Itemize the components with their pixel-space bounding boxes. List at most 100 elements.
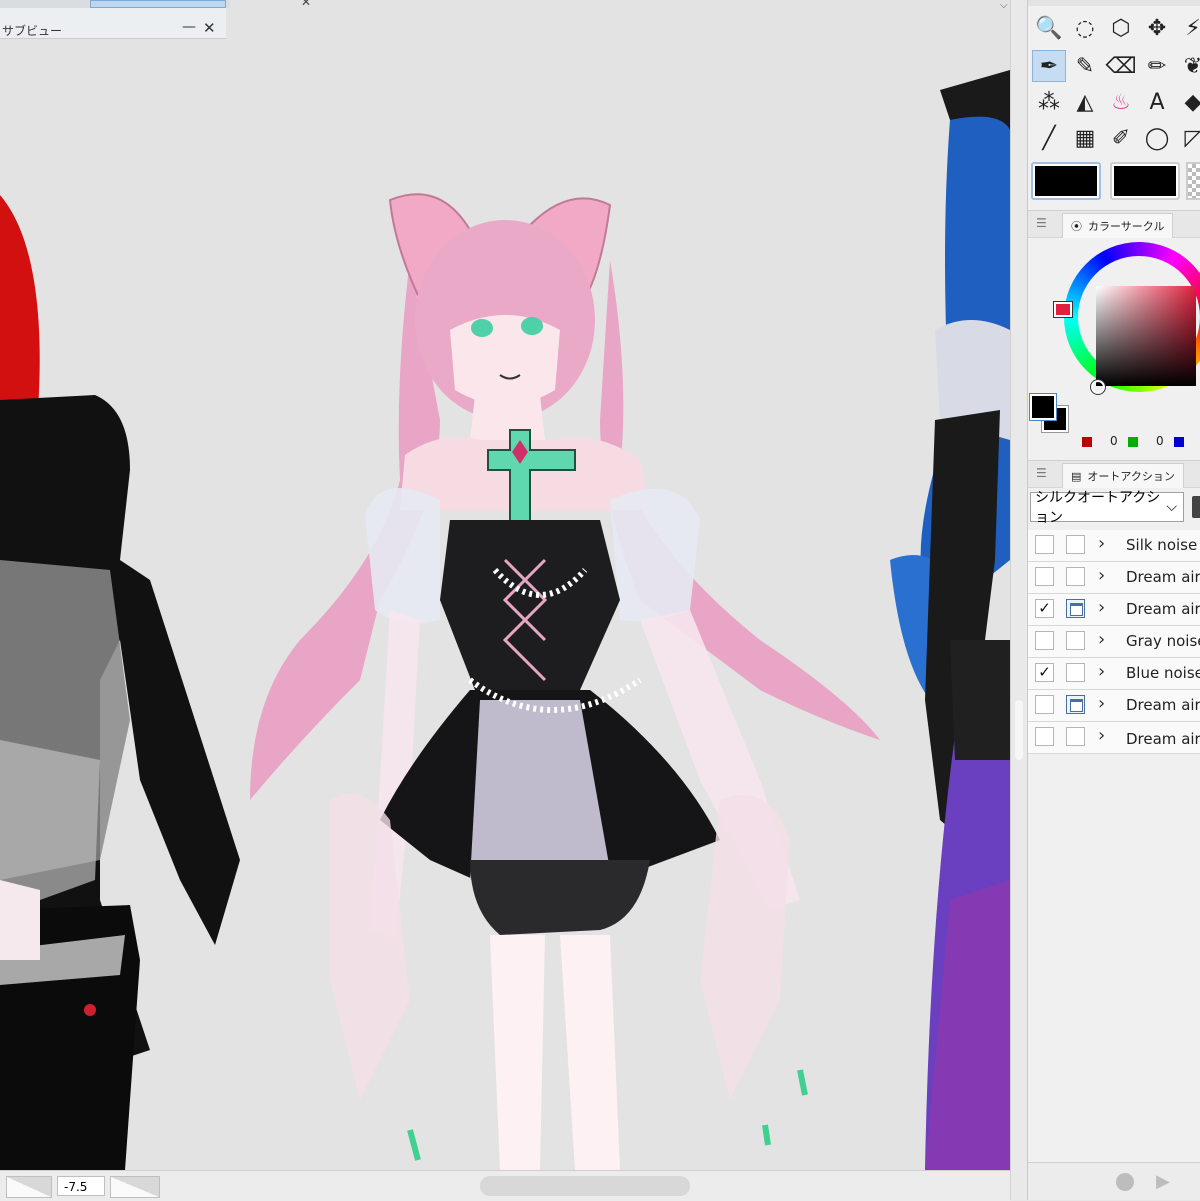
canvas-statusbar: -7.5 xyxy=(0,1170,1010,1201)
chevron-down-icon: ⌵ xyxy=(1166,499,1177,515)
3d-object-icon[interactable]: ⬡ xyxy=(1104,12,1138,44)
auto-action-list: › Silk noise › Dream air ✓ › Dream air ›… xyxy=(1028,530,1200,754)
expand-icon[interactable]: › xyxy=(1098,629,1105,650)
subview-titlebar: サブビュー — ✕ xyxy=(0,8,226,39)
minimize-button[interactable]: — xyxy=(182,19,196,35)
rotation-angle-field[interactable]: -7.5 xyxy=(57,1176,105,1196)
tools-topstrip xyxy=(1028,0,1200,6)
canvas-area[interactable]: ✕ サブビュー — ✕ ⌵ xyxy=(0,0,1010,1170)
action-name: Dream air xyxy=(1126,696,1200,714)
tab-close-icon[interactable]: ✕ xyxy=(301,0,311,9)
green-chip xyxy=(1128,437,1138,447)
marker-icon[interactable]: ✎ xyxy=(1068,50,1102,82)
brush-icon[interactable]: ❦ xyxy=(1176,50,1200,82)
hue-marker[interactable] xyxy=(1053,301,1073,318)
gradient-icon[interactable]: ▦ xyxy=(1068,122,1102,154)
red-chip xyxy=(1082,437,1092,447)
auto-action-tab-label: オートアクション xyxy=(1087,470,1175,483)
dialog-toggle[interactable] xyxy=(1066,663,1085,682)
enable-checkbox[interactable] xyxy=(1035,695,1054,714)
dialog-toggle[interactable] xyxy=(1066,727,1085,746)
record-button[interactable] xyxy=(1116,1173,1134,1191)
grip-icon[interactable]: ☰ xyxy=(1036,466,1047,480)
list-item[interactable]: ✓ › Dream air xyxy=(1028,594,1200,626)
balloon-icon[interactable]: ◯ xyxy=(1140,122,1174,154)
move-icon[interactable]: ✥ xyxy=(1140,12,1174,44)
color-circle[interactable]: - - - 0 0 xyxy=(1028,238,1200,646)
auto-action-set-name: シルクオートアクション xyxy=(1035,490,1161,526)
enable-checkbox[interactable] xyxy=(1035,631,1054,650)
frame-icon[interactable]: ◸ xyxy=(1176,122,1200,154)
auto-action-set-dropdown[interactable]: シルクオートアクション ⌵ xyxy=(1030,490,1184,526)
expand-icon[interactable]: › xyxy=(1098,597,1105,618)
dotted-brush-icon[interactable]: ⁂ xyxy=(1032,86,1066,118)
dialog-toggle[interactable] xyxy=(1066,599,1085,618)
tab-auto-action[interactable]: ▤ オートアクション xyxy=(1062,463,1184,488)
dialog-toggle[interactable] xyxy=(1066,567,1085,586)
foreground-color-chip[interactable] xyxy=(1029,393,1057,421)
enable-checkbox[interactable] xyxy=(1035,535,1054,554)
list-item[interactable]: › Dream air xyxy=(1028,690,1200,722)
pen-icon[interactable]: ✒ xyxy=(1032,50,1066,82)
expand-icon[interactable]: › xyxy=(1098,565,1105,586)
color-circle-tab-label: カラーサークル xyxy=(1088,220,1165,233)
divider-handle[interactable] xyxy=(1015,700,1023,760)
subview-tabstrip: ✕ xyxy=(0,0,311,9)
saturation-value-square[interactable] xyxy=(1096,286,1196,386)
action-name: Gray noise xyxy=(1126,632,1200,650)
auto-action-menu-icon[interactable] xyxy=(1192,496,1200,518)
auto-action-footer: ▶ xyxy=(1028,1162,1200,1200)
dialog-toggle[interactable] xyxy=(1066,535,1085,554)
expand-icon[interactable]: › xyxy=(1098,693,1105,714)
action-name: Silk noise xyxy=(1126,536,1198,554)
sv-marker[interactable] xyxy=(1090,379,1106,395)
color-circle-tab-icon: ⦿ xyxy=(1071,220,1082,233)
transparent-color-swatch[interactable] xyxy=(1186,162,1200,200)
green-value: 0 xyxy=(1156,434,1164,448)
enable-checkbox[interactable] xyxy=(1035,567,1054,586)
panel-divider[interactable] xyxy=(1010,0,1028,1200)
tab-color-circle[interactable]: ⦿ カラーサークル xyxy=(1062,213,1174,238)
blend-icon[interactable]: ♨ xyxy=(1104,86,1138,118)
chevron-down-icon[interactable]: ⌵ xyxy=(1000,0,1008,11)
pencil-icon[interactable]: ✏ xyxy=(1140,50,1174,82)
text-icon[interactable]: A xyxy=(1140,86,1174,118)
close-button[interactable]: ✕ xyxy=(203,19,216,37)
enable-checkbox[interactable]: ✓ xyxy=(1035,663,1054,682)
artwork-canvas[interactable] xyxy=(0,0,1010,1170)
list-item[interactable]: › Dream air xyxy=(1028,562,1200,594)
fill-icon[interactable]: ◭ xyxy=(1068,86,1102,118)
ruler-icon[interactable]: ✐ xyxy=(1104,122,1138,154)
main-color-swatch[interactable] xyxy=(1031,162,1101,200)
auto-select-icon[interactable]: ⚡ xyxy=(1176,12,1200,44)
horizontal-scrollbar[interactable] xyxy=(480,1176,690,1196)
action-name: Dream air xyxy=(1126,600,1200,618)
color-circle-header: ☰ ⦿ カラーサークル xyxy=(1028,210,1200,238)
enable-checkbox[interactable]: ✓ xyxy=(1035,599,1054,618)
eraser-icon[interactable]: ⌫ xyxy=(1104,50,1138,82)
expand-icon[interactable]: › xyxy=(1098,725,1105,746)
expand-icon[interactable]: › xyxy=(1098,661,1105,682)
expand-icon[interactable]: › xyxy=(1098,533,1105,554)
dialog-toggle[interactable] xyxy=(1066,631,1085,650)
rotation-slider[interactable] xyxy=(110,1176,160,1198)
red-value: 0 xyxy=(1110,434,1118,448)
play-icon[interactable]: ▶ xyxy=(1156,1171,1170,1192)
enable-checkbox[interactable] xyxy=(1035,727,1054,746)
list-item[interactable]: › Gray noise xyxy=(1028,626,1200,658)
subview-tab[interactable]: ✕ xyxy=(90,0,311,9)
subview-title: サブビュー xyxy=(2,24,63,38)
list-item[interactable]: › Dream air－ xyxy=(1028,722,1200,754)
grip-icon[interactable]: ☰ xyxy=(1036,216,1047,230)
zoom-icon[interactable]: 🔍 xyxy=(1032,12,1066,44)
zoom-slider[interactable] xyxy=(6,1176,52,1198)
bucket-icon[interactable]: ◆ xyxy=(1176,86,1200,118)
list-item[interactable]: ✓ › Blue noise xyxy=(1028,658,1200,690)
lasso-select-icon[interactable]: ◌ xyxy=(1068,12,1102,44)
sub-color-swatch[interactable] xyxy=(1110,162,1180,200)
right-panel: 🔍 ◌ ⬡ ✥ ⚡ ✒ ✎ ⌫ ✏ ❦ ⁂ ◭ ♨ A ◆ ╱ ▦ ✐ ◯ ◸ … xyxy=(1027,0,1200,1200)
list-item[interactable]: › Silk noise xyxy=(1028,530,1200,562)
action-name: Dream air xyxy=(1126,568,1200,586)
line-icon[interactable]: ╱ xyxy=(1032,122,1066,154)
dialog-toggle[interactable] xyxy=(1066,695,1085,714)
